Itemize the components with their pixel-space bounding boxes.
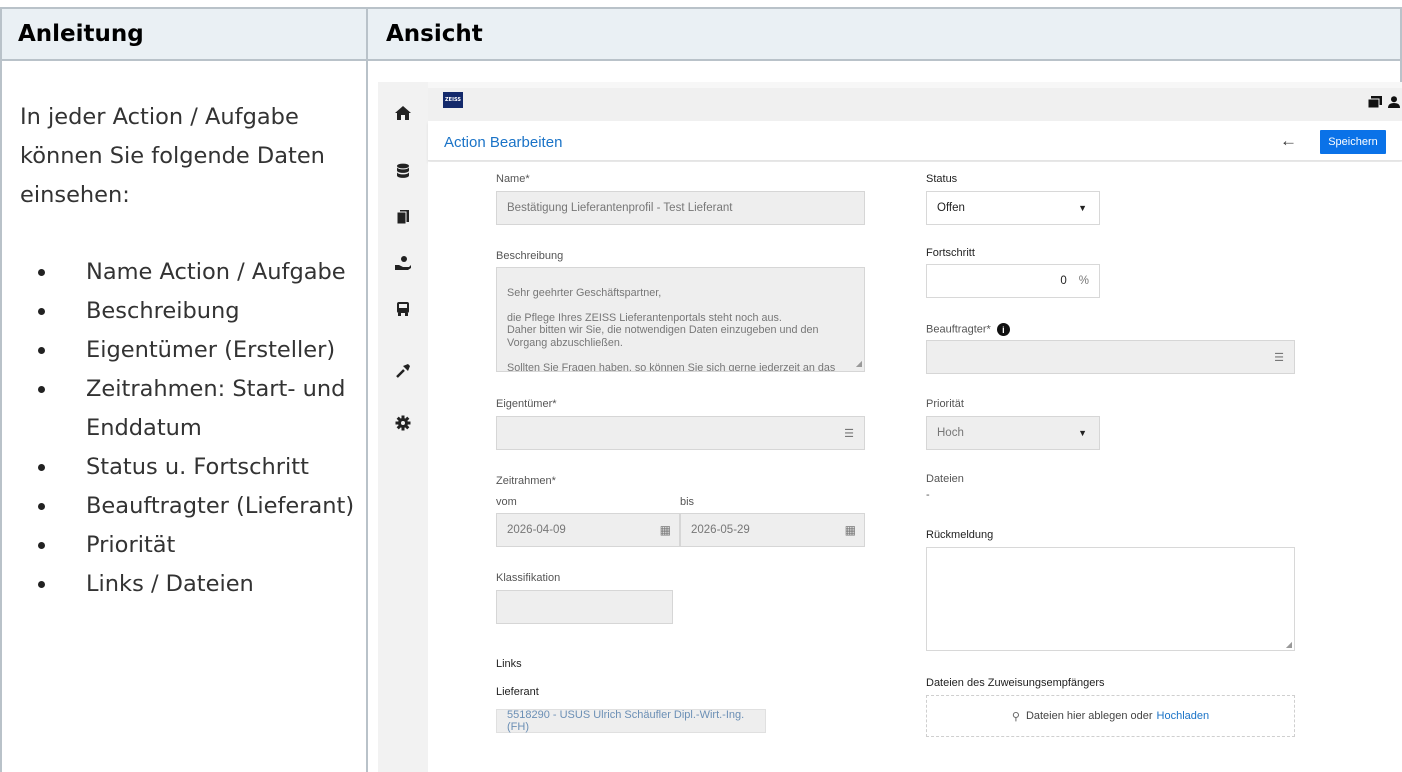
name-field[interactable]: Bestätigung Lieferantenprofil - Test Lie…: [496, 191, 865, 225]
database-icon[interactable]: [388, 158, 418, 184]
start-date-field[interactable]: 2026-04-09 ▦: [496, 513, 680, 547]
priority-select[interactable]: Hoch ▼: [926, 416, 1100, 450]
classification-field[interactable]: [496, 590, 673, 624]
lookup-search-icon[interactable]: ☰: [844, 427, 854, 440]
list-item: Status u. Fortschritt: [20, 448, 360, 487]
side-rail: [378, 82, 428, 772]
to-label: bis: [680, 496, 695, 508]
list-item: Beauftragter (Lieferant): [20, 487, 360, 526]
feedback-textarea[interactable]: ◢: [926, 547, 1295, 651]
upload-link[interactable]: Hochladen: [1157, 710, 1210, 722]
list-item: Links / Dateien: [20, 565, 360, 604]
resize-handle-icon[interactable]: ◢: [1286, 640, 1292, 649]
dropzone-text: Dateien hier ablegen oder: [1025, 710, 1153, 722]
end-date-field[interactable]: 2026-05-29 ▦: [680, 513, 865, 547]
from-label: vom: [496, 496, 517, 508]
zeiss-logo[interactable]: ZEISS: [443, 92, 463, 108]
folder-icon[interactable]: [1367, 96, 1382, 111]
calendar-icon[interactable]: ▦: [845, 523, 856, 537]
owner-label: Eigentümer*: [496, 398, 557, 410]
documents-icon[interactable]: [388, 204, 418, 230]
hand-user-icon[interactable]: [388, 250, 418, 276]
list-item: Beschreibung: [20, 292, 360, 331]
progress-value: 0: [1060, 275, 1067, 287]
resize-handle-icon[interactable]: ◢: [856, 358, 862, 371]
description-value: Sehr geehrter Geschäftspartner, die Pfle…: [507, 286, 836, 372]
file-dropzone[interactable]: ⚲ Dateien hier ablegen oder Hochladen: [926, 695, 1295, 737]
gear-icon[interactable]: [388, 410, 418, 436]
name-label: Name*: [496, 173, 530, 185]
chevron-down-icon: ▼: [1078, 203, 1087, 213]
assignee-label: Beauftragter*: [926, 323, 991, 336]
supplier-value[interactable]: 5518290 - USUS Ulrich Schäufler Dipl.-Wi…: [507, 709, 765, 733]
priority-value: Hoch: [937, 427, 964, 439]
status-label: Status: [926, 173, 958, 185]
links-label: Links: [496, 658, 522, 670]
progress-unit: %: [1078, 275, 1089, 287]
top-bar: ZEISS: [428, 88, 1402, 121]
page-title: Action Bearbeiten: [444, 134, 563, 151]
start-date-value: 2026-04-09: [507, 524, 566, 536]
instructions-intro: In jeder Action / Aufgabe können Sie fol…: [20, 104, 325, 208]
user-icon[interactable]: [1388, 96, 1400, 111]
header-anleitung: Anleitung: [18, 21, 144, 47]
header-ansicht: Ansicht: [386, 21, 483, 47]
table-border-left: [0, 7, 2, 772]
list-item: Priorität: [20, 526, 360, 565]
save-button[interactable]: Speichern: [1320, 130, 1386, 154]
files-value: -: [926, 489, 930, 501]
end-date-value: 2026-05-29: [691, 524, 750, 536]
app-screenshot: ZEISS Action Bearbeiten ← Speichern Name…: [378, 82, 1402, 772]
priority-label: Priorität: [926, 398, 964, 410]
timeframe-label: Zeitrahmen*: [496, 475, 556, 487]
owner-field[interactable]: ☰: [496, 416, 865, 450]
list-item: Eigentümer (Ersteller): [20, 331, 360, 370]
classification-label: Klassifikation: [496, 572, 561, 584]
assignee-label-row: Beauftragter* i: [926, 323, 1010, 336]
name-value: Bestätigung Lieferantenprofil - Test Lie…: [507, 202, 733, 214]
instructions-list: Name Action / Aufgabe Beschreibung Eigen…: [20, 253, 360, 604]
truck-icon[interactable]: [388, 296, 418, 322]
supplier-link-chip[interactable]: 5518290 - USUS Ulrich Schäufler Dipl.-Wi…: [496, 709, 766, 733]
list-item: Name Action / Aufgabe: [20, 253, 360, 292]
progress-field[interactable]: 0 %: [926, 264, 1100, 298]
page-header: Action Bearbeiten ← Speichern: [428, 121, 1402, 161]
description-label: Beschreibung: [496, 250, 564, 262]
progress-label: Fortschritt: [926, 247, 975, 259]
description-field[interactable]: Sehr geehrter Geschäftspartner, die Pfle…: [496, 267, 865, 372]
instructions-column: In jeder Action / Aufgabe können Sie fol…: [20, 98, 360, 604]
status-select[interactable]: Offen ▼: [926, 191, 1100, 225]
form-content: Name* Bestätigung Lieferantenprofil - Te…: [428, 162, 1402, 772]
chevron-down-icon: ▼: [1078, 428, 1087, 438]
info-icon[interactable]: i: [996, 323, 1010, 336]
assignee-files-label: Dateien des Zuweisungsempfängers: [926, 677, 1105, 689]
supplier-label: Lieferant: [496, 686, 539, 698]
table-column-divider: [366, 7, 368, 772]
back-arrow-icon[interactable]: ←: [1280, 131, 1297, 151]
feedback-label: Rückmeldung: [926, 529, 994, 541]
list-item: Zeitrahmen: Start- und Enddatum: [20, 370, 360, 448]
status-value: Offen: [937, 202, 965, 214]
paperclip-icon: ⚲: [1011, 710, 1020, 723]
assignee-field[interactable]: ☰: [926, 340, 1295, 374]
files-label: Dateien: [926, 473, 964, 485]
calendar-icon[interactable]: ▦: [660, 523, 671, 537]
home-icon[interactable]: [388, 100, 418, 126]
lookup-search-icon[interactable]: ☰: [1274, 351, 1284, 364]
tools-icon[interactable]: [388, 358, 418, 384]
